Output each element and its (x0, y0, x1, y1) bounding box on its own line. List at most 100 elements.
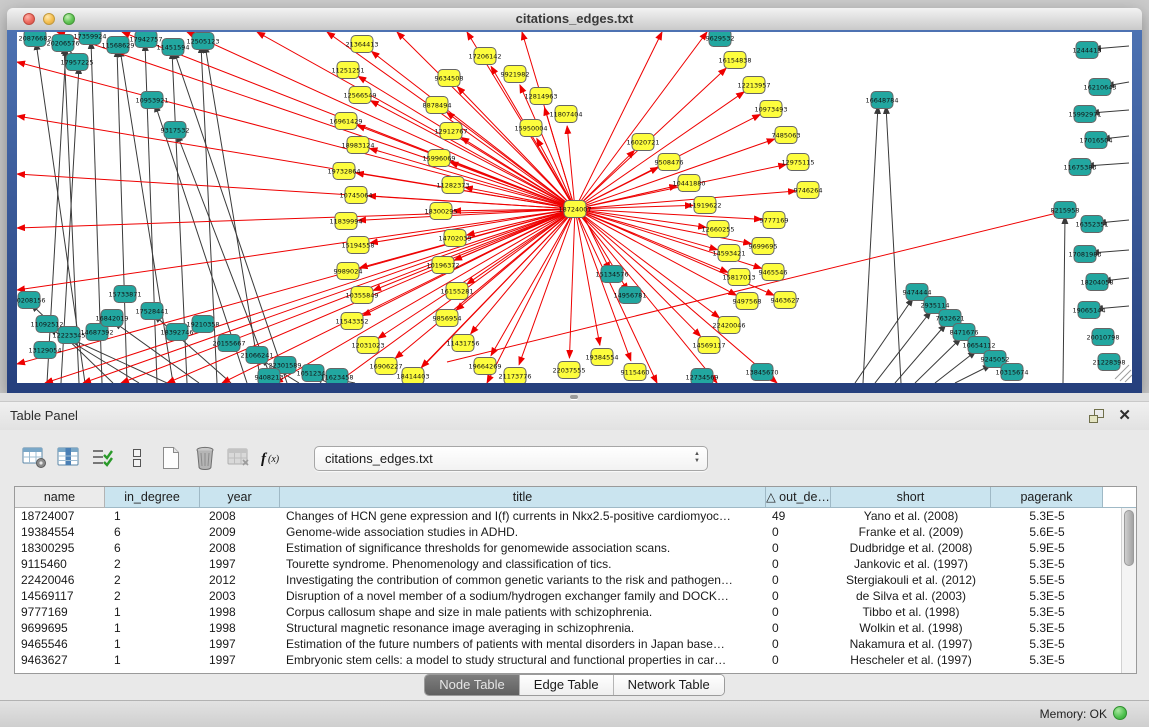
citation-edge-red (17, 209, 575, 228)
close-panel-icon[interactable]: ✕ (1118, 406, 1131, 424)
window-title: citations_edges.txt (7, 8, 1142, 30)
function-builder-icon[interactable]: f(x) (258, 443, 288, 473)
graph-node-label: 19210358 (186, 320, 219, 328)
graph-node-label: 11675383 (1063, 163, 1096, 171)
table-cell: 0 (766, 556, 831, 572)
graph-node-label: 7632621 (936, 314, 965, 322)
table-tabs: Node TableEdge TableNetwork Table (0, 674, 1149, 696)
graph-node-label: 21173776 (498, 372, 531, 380)
table-cell: 5.3E-5 (991, 636, 1103, 652)
network-view-window: citations_edges.txt 21364413112512511256… (7, 8, 1142, 393)
table-cell: Stergiakouli et al. (2012) (831, 572, 991, 588)
select-rows-icon[interactable] (88, 443, 118, 473)
graph-node-label: 14687392 (80, 328, 113, 336)
graph-node-label: 16842019 (95, 314, 128, 322)
table-row[interactable]: 969969511998Structural magnetic resonanc… (15, 620, 1121, 636)
graph-node-label: 10973493 (754, 105, 787, 113)
table-cell: Structural magnetic resonance image aver… (280, 620, 766, 636)
table-row[interactable]: 1872400712008Changes of HCN gene express… (15, 508, 1121, 524)
graph-node-label: 17957225 (60, 58, 93, 66)
graph-node-label: 18414403 (396, 372, 429, 380)
table-cell: 5.3E-5 (991, 588, 1103, 604)
citation-edge-red (575, 139, 775, 209)
tab-network-table[interactable]: Network Table (613, 675, 724, 695)
splitter-grip-icon[interactable] (570, 395, 578, 399)
table-row[interactable]: 1830029562008Estimation of significance … (15, 540, 1121, 556)
table-cell: Estimation of significance thresholds fo… (280, 540, 766, 556)
table-select-dropdown[interactable]: citations_edges.txt ▲▼ (314, 446, 708, 471)
column-header-in_degree[interactable]: in_degree (105, 487, 200, 508)
table-cell: 0 (766, 588, 831, 604)
tab-edge-table[interactable]: Edge Table (519, 675, 613, 695)
table-row[interactable]: 946362711997Embryonic stem cells: a mode… (15, 652, 1121, 668)
table-cell: 18300295 (15, 540, 105, 556)
graph-node-label: 22037555 (552, 366, 585, 374)
table-cell: 5.3E-5 (991, 556, 1103, 572)
table-cell: 1 (105, 652, 200, 668)
table-cell: 0 (766, 524, 831, 540)
table-row[interactable]: 977716911998Corpus callosum shape and si… (15, 604, 1121, 620)
citation-edge (915, 338, 961, 383)
graph-node-label: 18300295 (424, 207, 457, 215)
graph-node-label: 18392746 (160, 328, 193, 336)
table-settings-icon[interactable] (20, 443, 50, 473)
graph-node-label: 2935114 (921, 301, 950, 309)
memory-status-indicator (1113, 706, 1127, 720)
window-titlebar[interactable]: citations_edges.txt (7, 8, 1142, 31)
table-cell: 2009 (200, 524, 280, 540)
table-cell: 5.3E-5 (991, 508, 1103, 524)
table-cell: 5.6E-5 (991, 524, 1103, 540)
network-canvas[interactable]: 2136441311251251125665491696142918983124… (17, 32, 1132, 383)
resize-grip-icon[interactable] (1125, 375, 1132, 382)
table-cell: Hescheler et al. (1997) (831, 652, 991, 668)
column-header-year[interactable]: year (200, 487, 280, 508)
table-cell: 2 (105, 556, 200, 572)
panel-splitter[interactable] (0, 393, 1149, 402)
graph-node-label: 9746264 (794, 186, 823, 194)
table-row[interactable]: 946554611997Estimation of the future num… (15, 636, 1121, 652)
table-scrollbar[interactable] (1121, 508, 1136, 673)
graph-node-label: 9465546 (759, 268, 788, 276)
column-header-out_de[interactable]: △ out_de… (766, 487, 831, 508)
citation-edge (1063, 216, 1065, 383)
graph-node-label: 17528441 (135, 307, 168, 315)
graph-node-label: 9856954 (433, 314, 462, 322)
column-header-title[interactable]: title (280, 487, 766, 508)
table-row[interactable]: 2242004622012Investigating the contribut… (15, 572, 1121, 588)
column-header-pagerank[interactable]: pagerank (991, 487, 1103, 508)
scrollbar-thumb[interactable] (1124, 510, 1134, 566)
table-row[interactable]: 1938455462009Genome-wide association stu… (15, 524, 1121, 540)
graph-node-label: 17081983 (1068, 250, 1101, 258)
float-panel-icon[interactable] (1089, 409, 1105, 423)
graph-node-label: 9777169 (760, 216, 789, 224)
graph-node-label: 9699695 (749, 242, 778, 250)
graph-node-label: 9629532 (706, 34, 735, 42)
citation-edge-red (575, 209, 706, 227)
graph-node-label: 11623458 (320, 373, 353, 381)
table-cell: 5.5E-5 (991, 572, 1103, 588)
table-cell: 0 (766, 604, 831, 620)
column-header-name[interactable]: name (15, 487, 105, 508)
table-cell: 1997 (200, 636, 280, 652)
merge-columns-icon[interactable] (122, 443, 152, 473)
citation-edge (955, 365, 991, 383)
column-header-short[interactable]: short (831, 487, 991, 508)
graph-node-label: 17206142 (468, 52, 501, 60)
table-row[interactable]: 1456911722003Disruption of a novel membe… (15, 588, 1121, 604)
delete-table-icon[interactable] (190, 443, 220, 473)
table-cell: Estimation of the future numbers of pati… (280, 636, 766, 652)
table-cell: 1998 (200, 620, 280, 636)
table-cell: 9463627 (15, 652, 105, 668)
graph-node-label: 9463627 (771, 296, 800, 304)
new-table-icon[interactable] (156, 443, 186, 473)
citation-edge-red (575, 191, 796, 209)
table-row[interactable]: 911546021997Tourette syndrome. Phenomeno… (15, 556, 1121, 572)
tab-node-table[interactable]: Node Table (425, 675, 519, 695)
graph-node-label: 16020721 (626, 138, 659, 146)
graph-node-label: 9497568 (733, 297, 762, 305)
graph-node-label: 16961429 (329, 117, 362, 125)
node-table: namein_degreeyeartitle△ out_de…shortpage… (14, 486, 1137, 674)
column-chooser-icon[interactable] (54, 443, 84, 473)
table-cell: 6 (105, 524, 200, 540)
table-cell: Wolkin et al. (1998) (831, 620, 991, 636)
